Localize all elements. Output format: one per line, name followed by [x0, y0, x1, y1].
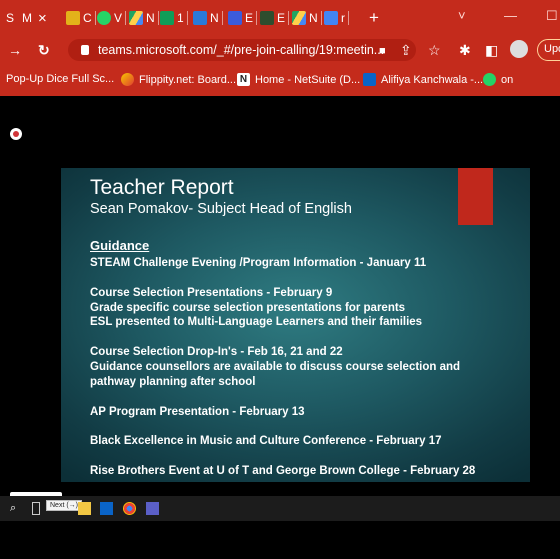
m-icon [66, 11, 80, 25]
slide-line: Guidance counsellors are available to di… [90, 360, 461, 373]
tab-search-chevron-icon[interactable]: ˅ [458, 8, 466, 23]
url-text: teams.microsoft.com/_#/pre-join-calling/… [98, 43, 385, 57]
slide-line: Course Selection Drop-In's - Feb 16, 21 … [90, 346, 343, 359]
side-panel-icon[interactable]: ◧ [485, 42, 498, 58]
bookmark-item[interactable]: on [483, 73, 513, 86]
slide-body: STEAM Challenge Evening /Program Informa… [90, 256, 520, 479]
slide-line: Rise Brothers Event at U of T and George… [90, 465, 476, 478]
grid-icon [193, 11, 207, 25]
chrome-icon[interactable] [123, 502, 136, 515]
outlook-icon [363, 73, 376, 86]
tab-11[interactable]: r [324, 8, 349, 28]
plus-cross-icon [160, 11, 174, 25]
share-icon[interactable]: ⇪ [400, 42, 412, 58]
tab-10[interactable]: N [292, 8, 322, 28]
bookmarks-bar: Pop-Up Dice Full Sc... Flippity.net: Boa… [0, 66, 560, 96]
slide-line: AP Program Presentation - February 13 [90, 405, 305, 418]
new-tab-button[interactable]: + [369, 8, 379, 28]
shared-taskbar: ⌕ Next (→) [0, 496, 560, 521]
slide-spacer [90, 330, 520, 345]
tab-8[interactable]: E [228, 8, 258, 28]
presentation-slide: Teacher Report Sean Pomakov- Subject Hea… [61, 168, 530, 482]
update-button[interactable]: Upd [537, 39, 560, 61]
tab-3[interactable]: C [66, 8, 96, 28]
bookmark-item[interactable]: Alifiya Kanchwala -... [363, 73, 483, 86]
tab-1[interactable]: S [6, 8, 14, 28]
slide-line: Grade specific course selection presenta… [90, 301, 406, 314]
tab-7[interactable]: N [193, 8, 223, 28]
search-icon[interactable]: ⌕ [10, 502, 23, 515]
drive-icon [129, 11, 143, 25]
teams-icon[interactable] [146, 502, 159, 515]
lock-icon [81, 45, 89, 55]
reload-icon[interactable]: ↻ [38, 42, 50, 58]
slide-title: Teacher Report [90, 176, 234, 199]
slide-line: STEAM Challenge Evening /Program Informa… [90, 257, 427, 269]
bookmark-item[interactable]: Flippity.net: Board... [121, 73, 236, 86]
tab-active[interactable]: M × [22, 8, 47, 28]
avatar[interactable] [510, 40, 528, 58]
flippity-icon [121, 73, 134, 86]
slide-spacer [90, 449, 520, 464]
slide-spacer [90, 419, 520, 434]
drive-icon [292, 11, 306, 25]
next-tooltip: Next (→) [46, 500, 82, 511]
task-view-icon[interactable] [32, 502, 40, 515]
tab-5[interactable]: N [129, 8, 159, 28]
bookmark-item[interactable]: N Home - NetSuite (D... [237, 73, 360, 86]
shared-screen-area: Teacher Report Sean Pomakov- Subject Hea… [0, 96, 560, 559]
whatsapp-icon [483, 73, 496, 86]
camera-icon[interactable]: ■ [379, 43, 386, 59]
slide-accent-bar [458, 168, 493, 225]
eye-icon [228, 11, 242, 25]
doc-icon [324, 11, 338, 25]
slide-spacer [90, 271, 520, 286]
netsuite-icon: N [237, 73, 250, 86]
bookmark-star-icon[interactable]: ☆ [428, 42, 441, 58]
tab-9[interactable]: E [260, 8, 290, 28]
bookmark-item[interactable]: Pop-Up Dice Full Sc... [6, 73, 114, 85]
whatsapp-icon [97, 11, 111, 25]
address-bar[interactable]: teams.microsoft.com/_#/pre-join-calling/… [68, 39, 416, 61]
browser-tab-strip: S M × C V N 1 N E E N r + ˅ — ☐ [0, 0, 560, 34]
slide-heading: Guidance [90, 238, 150, 253]
record-icon[interactable] [10, 128, 22, 140]
slide-line: pathway planning after school [90, 375, 256, 388]
minimize-button[interactable]: — [504, 8, 517, 23]
forward-arrow-icon[interactable]: → [8, 42, 22, 58]
maximize-button[interactable]: ☐ [546, 8, 558, 24]
file-explorer-icon[interactable] [78, 502, 91, 515]
tab-4[interactable]: V [97, 8, 127, 28]
close-tab-icon[interactable]: × [38, 10, 47, 27]
slide-line: Black Excellence in Music and Culture Co… [90, 435, 442, 448]
tree-icon [260, 11, 274, 25]
tab-6[interactable]: 1 [160, 8, 188, 28]
outlook-icon[interactable] [100, 502, 113, 515]
slide-line: ESL presented to Multi-Language Learners… [90, 316, 423, 329]
slide-subtitle: Sean Pomakov- Subject Head of English [90, 201, 352, 217]
extensions-icon[interactable]: ✱ [459, 42, 471, 58]
slide-spacer [90, 390, 520, 405]
slide-line: Course Selection Presentations - Februar… [90, 286, 333, 299]
browser-toolbar: → ↻ teams.microsoft.com/_#/pre-join-call… [0, 34, 560, 66]
